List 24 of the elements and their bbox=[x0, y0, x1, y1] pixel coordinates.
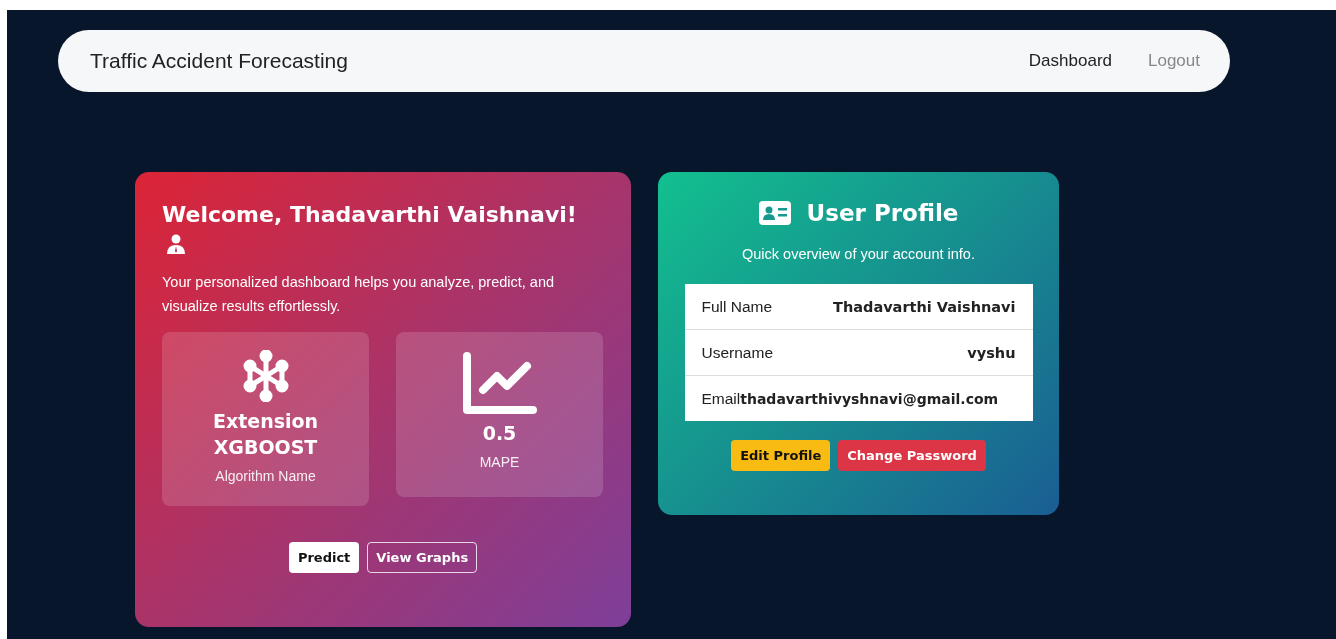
stat-label: MAPE bbox=[479, 454, 520, 470]
field-label: Full Name bbox=[701, 297, 773, 316]
profile-title: User Profile bbox=[806, 200, 959, 226]
field-label: Username bbox=[701, 343, 773, 362]
line-chart-icon bbox=[462, 352, 537, 414]
network-icon bbox=[241, 350, 290, 402]
welcome-title: Welcome, Thadavarthi Vaishnavi! bbox=[162, 201, 578, 229]
welcome-text: Your personalized dashboard helps you analyze, predict, and visualize results effortlessly. bbox=[162, 273, 556, 316]
predict-button[interactable]: Predict bbox=[288, 542, 360, 573]
id-card-icon bbox=[758, 201, 791, 225]
field-value: Thadavarthi Vaishnavi bbox=[833, 298, 1016, 315]
change-password-button[interactable]: Change Password bbox=[838, 440, 986, 471]
field-label: Email bbox=[701, 389, 741, 408]
profile-subtitle: Quick overview of your account info. bbox=[742, 246, 975, 262]
user-icon bbox=[166, 234, 186, 254]
nav-link[interactable]: Dashboard bbox=[1028, 51, 1112, 71]
stat-value: Extension XGBOOST bbox=[211, 409, 320, 460]
stat-label: Algorithm Name bbox=[215, 468, 316, 484]
edit-profile-button[interactable]: Edit Profile bbox=[731, 440, 831, 471]
view-graphs-button[interactable]: View Graphs bbox=[367, 542, 478, 573]
stat-value: 0.5 bbox=[482, 421, 517, 446]
brand-title: Traffic Accident Forecasting bbox=[90, 49, 348, 73]
field-value: thadavarthivyshnavi@gmail.com bbox=[740, 390, 999, 407]
field-value: vyshu bbox=[967, 344, 1016, 361]
